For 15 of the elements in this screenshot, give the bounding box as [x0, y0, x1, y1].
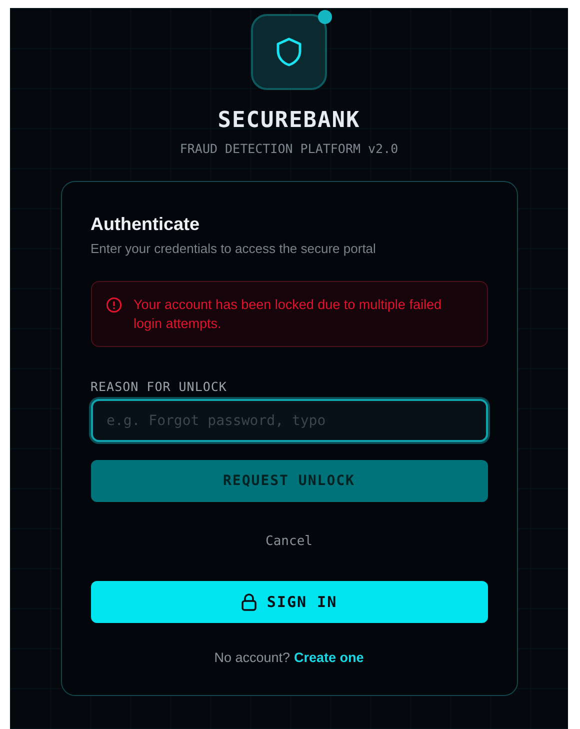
brand-tagline: FRAUD DETECTION PLATFORM v2.0 — [180, 141, 398, 156]
reason-input-field[interactable]: e.g. Forgot password, typo — [90, 399, 488, 442]
cancel-link[interactable]: Cancel — [266, 534, 312, 549]
brand-name: SECUREBANK — [218, 108, 360, 133]
footer-text: No account? — [214, 650, 290, 665]
error-message: Your account has been locked due to multiple failed login attempts. — [134, 296, 442, 333]
sign-in-button[interactable]: SIGN IN — [90, 581, 488, 623]
create-account-link[interactable]: Create one — [294, 650, 364, 665]
shield-icon — [274, 36, 304, 68]
field-label: REASON FOR UNLOCK — [90, 379, 228, 394]
card-subtitle: Enter your credentials to access the secure portal — [90, 241, 377, 256]
alert-icon — [106, 297, 122, 313]
card-title: Authenticate — [90, 214, 201, 235]
status-dot — [318, 10, 332, 24]
lock-icon — [240, 593, 257, 611]
